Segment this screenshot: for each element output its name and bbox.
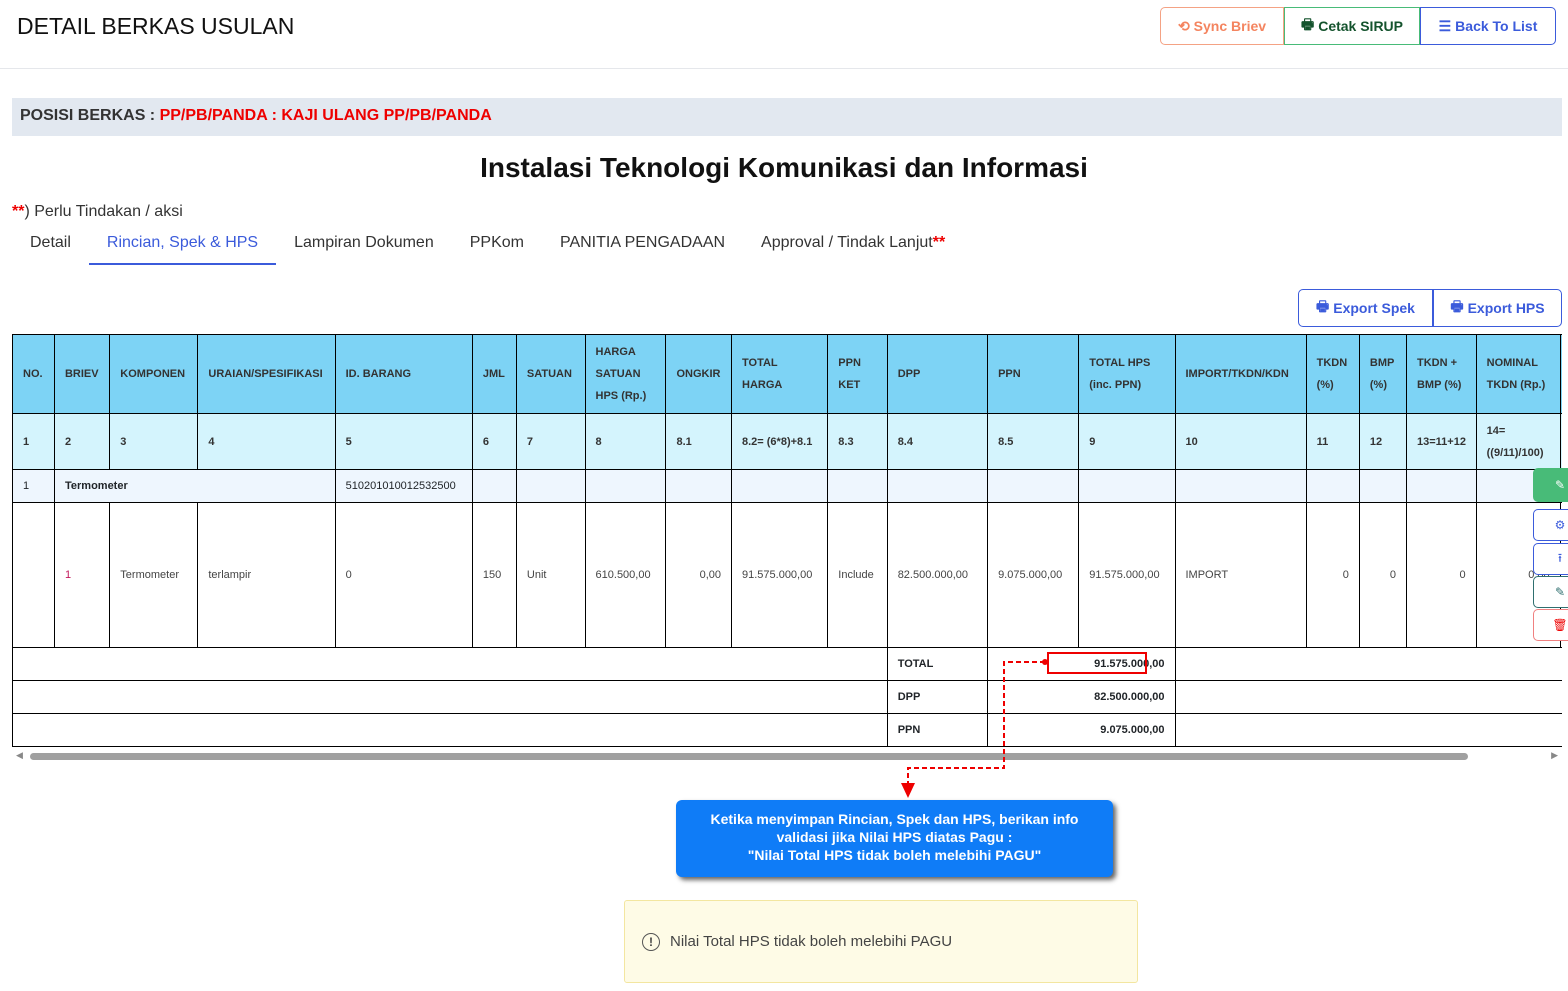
callout-line: Ketika menyimpan Rincian, Spek dan HPS, … xyxy=(710,811,1079,827)
warning-alert: ! Nilai Total HPS tidak boleh melebihi P… xyxy=(624,900,1138,983)
warning-circle-icon: ! xyxy=(642,932,660,951)
alert-text: Nilai Total HPS tidak boleh melebihi PAG… xyxy=(670,933,953,950)
callout-line: validasi jika Nilai HPS diatas Pagu : xyxy=(776,829,1013,845)
callout-line: "Nilai Total HPS tidak boleh melebihi PA… xyxy=(747,847,1042,863)
validation-callout: Ketika menyimpan Rincian, Spek dan HPS, … xyxy=(676,800,1113,877)
